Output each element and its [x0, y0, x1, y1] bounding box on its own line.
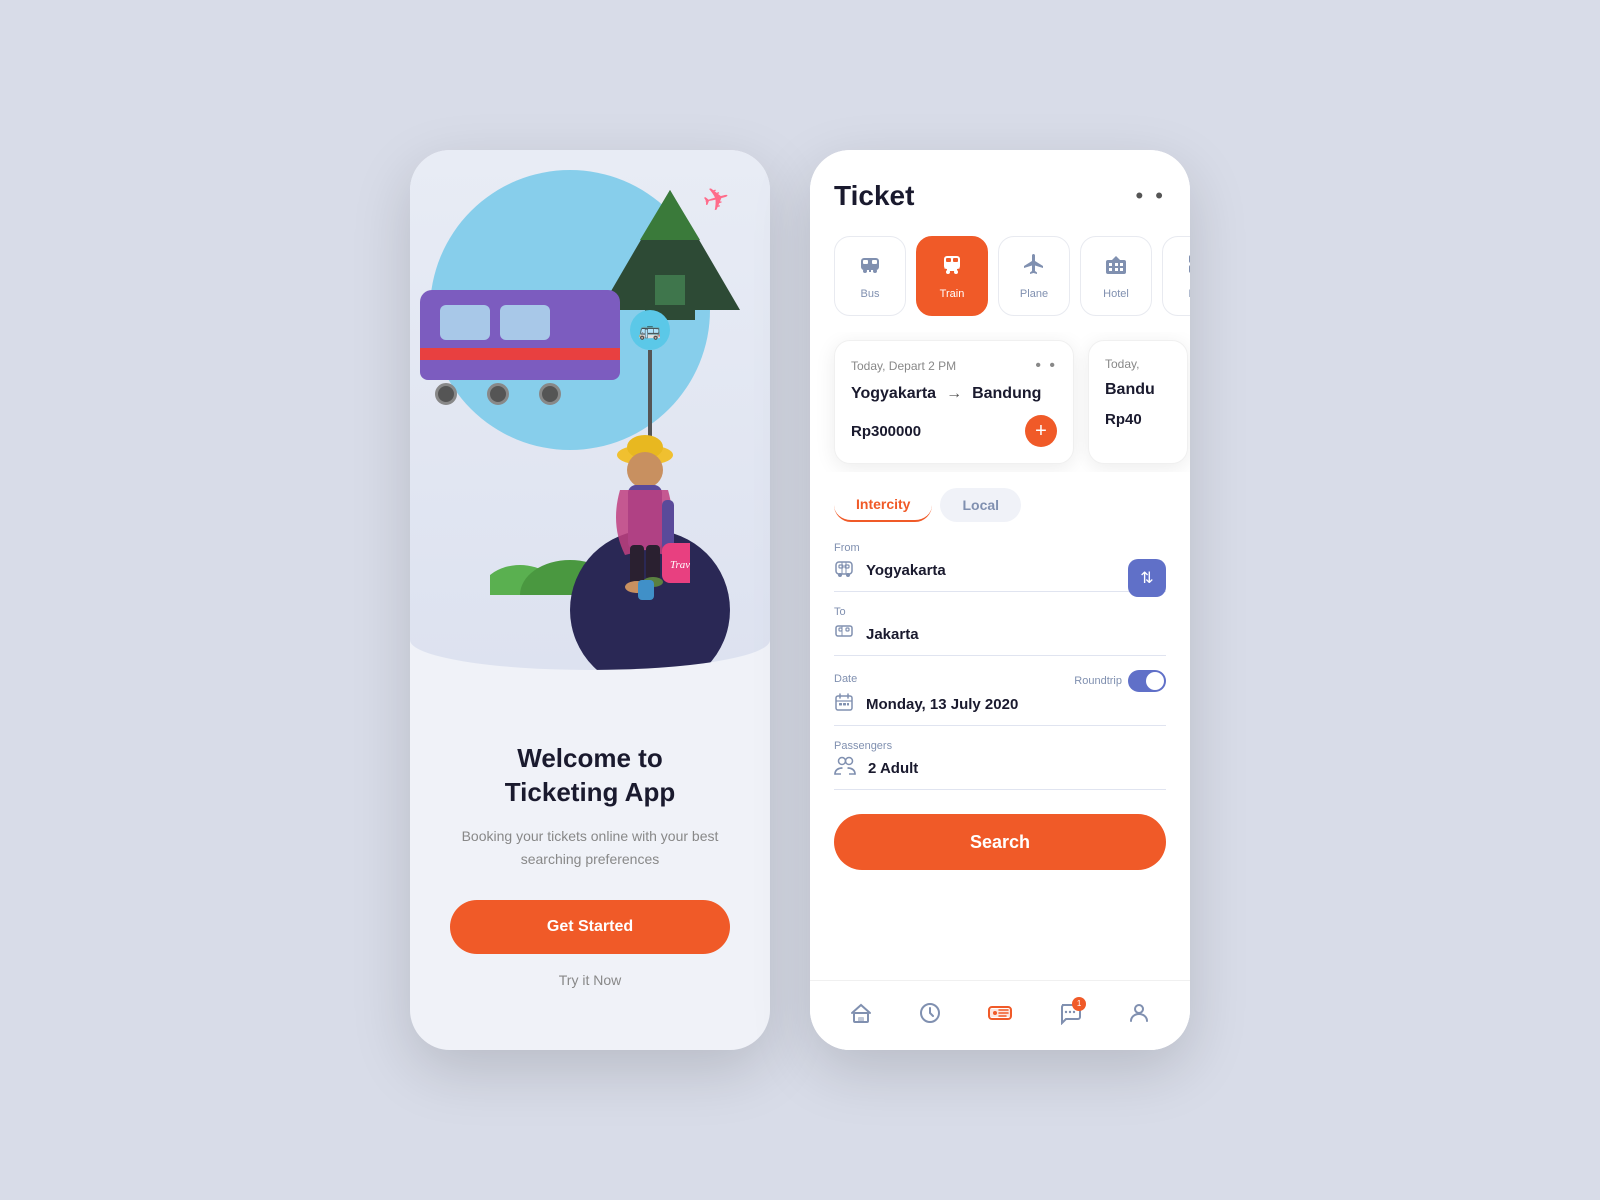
bottom-nav: 1 — [810, 980, 1190, 1050]
welcome-title: Welcome to Ticketing App — [505, 742, 675, 810]
card-to-1: Bandung — [972, 385, 1041, 403]
form-tabs: Intercity Local — [834, 488, 1166, 522]
add-ticket-button-1[interactable]: + — [1025, 415, 1057, 447]
nav-home[interactable] — [849, 1001, 873, 1031]
get-started-button[interactable]: Get Started — [450, 900, 730, 954]
nav-history[interactable] — [918, 1001, 942, 1031]
train — [420, 290, 620, 405]
card-date-1: Today, Depart 2 PM — [851, 359, 956, 373]
tab-intercity[interactable]: Intercity — [834, 488, 932, 522]
train-label: Train — [940, 288, 965, 300]
bus-label: Bus — [861, 288, 880, 300]
tab-local[interactable]: Local — [940, 488, 1021, 522]
passengers-value[interactable]: 2 Adult — [868, 760, 1166, 777]
roundtrip-label: Roundtrip — [1074, 675, 1122, 687]
try-now-link[interactable]: Try it Now — [559, 972, 621, 988]
nav-chat[interactable]: 1 — [1058, 1001, 1082, 1031]
profile-icon — [1127, 1001, 1151, 1031]
person-figure: Travel — [600, 425, 690, 630]
extra-icon — [1186, 252, 1190, 282]
category-tab-bus[interactable]: Bus — [834, 236, 906, 316]
category-tab-plane[interactable]: Plane — [998, 236, 1070, 316]
category-tabs: Bus Train Plane — [810, 228, 1190, 332]
hotel-icon — [1104, 252, 1128, 282]
card-price-2: Rp40 — [1105, 411, 1142, 428]
card-from-1: Yogyakarta — [851, 385, 936, 403]
page-title: Ticket — [834, 180, 914, 212]
nav-profile[interactable] — [1127, 1001, 1151, 1031]
ticket-cards-container: Today, Depart 2 PM • • Yogyakarta → Band… — [810, 332, 1190, 472]
from-station-icon — [834, 558, 854, 583]
chat-badge: 1 — [1072, 997, 1086, 1011]
plane-icon — [1022, 252, 1046, 282]
calendar-icon — [834, 692, 854, 717]
card-price-1: Rp300000 — [851, 423, 921, 440]
card-date-2: Today, — [1105, 357, 1139, 371]
ticket-header: Ticket • • — [810, 150, 1190, 228]
date-field: Date Roundtrip — [834, 670, 1166, 726]
extra-label: Ex.. — [1189, 288, 1190, 300]
to-value[interactable]: Jakarta — [866, 626, 1166, 643]
passengers-label: Passengers — [834, 740, 1166, 752]
right-phone: Ticket • • Bus — [810, 150, 1190, 1050]
from-value[interactable]: Yogyakarta — [866, 562, 1166, 579]
from-field: From Yogyakarta ⇅ — [834, 542, 1166, 592]
passengers-field: Passengers 2 Adult — [834, 740, 1166, 790]
category-tab-train[interactable]: Train — [916, 236, 988, 316]
passengers-icon — [834, 756, 856, 781]
nav-ticket[interactable] — [987, 1001, 1013, 1031]
ticket-card-1[interactable]: Today, Depart 2 PM • • Yogyakarta → Band… — [834, 340, 1074, 464]
from-label: From — [834, 542, 1166, 554]
train-icon — [940, 252, 964, 282]
history-icon — [918, 1001, 942, 1031]
hotel-label: Hotel — [1103, 288, 1129, 300]
date-label: Date — [834, 673, 857, 685]
welcome-subtitle: Booking your tickets online with your be… — [460, 825, 720, 870]
to-station-icon — [834, 622, 854, 647]
ticket-card-2[interactable]: Today, Bandu Rp40 — [1088, 340, 1188, 464]
svg-text:Travel: Travel — [670, 559, 690, 571]
arrow-icon-1: → — [946, 385, 962, 403]
category-tab-extra[interactable]: Ex.. — [1162, 236, 1190, 316]
menu-dots-button[interactable]: • • — [1135, 183, 1166, 209]
search-button[interactable]: Search — [834, 814, 1166, 870]
to-label: To — [834, 606, 1166, 618]
to-field: To Jakarta — [834, 606, 1166, 656]
roundtrip-toggle[interactable] — [1128, 670, 1166, 692]
date-value[interactable]: Monday, 13 July 2020 — [866, 696, 1166, 713]
card-from-2: Bandu — [1105, 381, 1155, 399]
ticket-nav-icon — [987, 1001, 1013, 1031]
welcome-section: Welcome to Ticketing App Booking your ti… — [420, 670, 760, 1050]
plane-label: Plane — [1020, 288, 1048, 300]
toggle-thumb — [1146, 672, 1164, 690]
left-phone: ✈ 🚌 — [410, 150, 770, 1050]
search-form: Intercity Local From Yogyakarta — [810, 472, 1190, 980]
bus-icon — [858, 252, 882, 282]
illustration-area: ✈ 🚌 — [410, 150, 770, 670]
card-menu-1[interactable]: • • — [1035, 357, 1057, 375]
category-tab-hotel[interactable]: Hotel — [1080, 236, 1152, 316]
swap-button[interactable]: ⇅ — [1128, 559, 1166, 597]
home-icon — [849, 1001, 873, 1031]
